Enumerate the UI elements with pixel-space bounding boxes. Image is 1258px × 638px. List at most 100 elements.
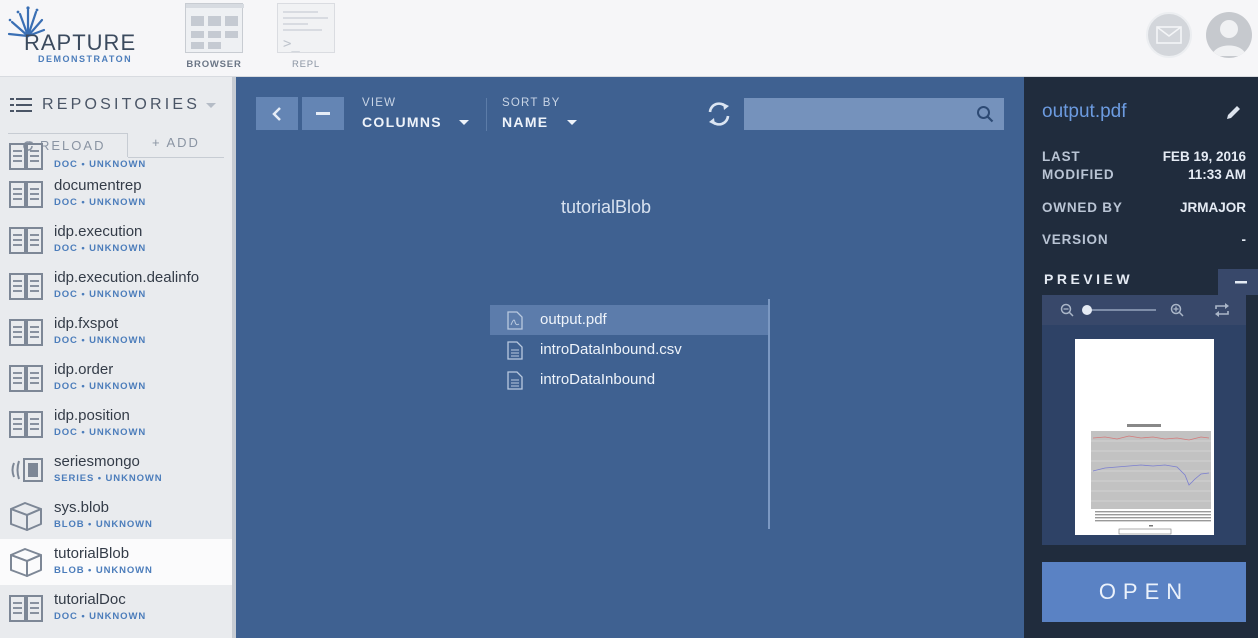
file-row[interactable]: introDataInbound	[490, 365, 768, 395]
repository-item[interactable]: idp.execution.dealinfo DOC • UNKNOWN	[0, 263, 232, 309]
tab-divider	[128, 157, 224, 158]
repository-item[interactable]: idp.position DOC • UNKNOWN	[0, 401, 232, 447]
user-avatar[interactable]	[1206, 12, 1252, 58]
top-bar: RAPTURE DEMONSTRATON BROWSER >_ REPL	[0, 0, 1258, 77]
repository-item[interactable]: tutorialDoc DOC • UNKNOWN	[0, 585, 232, 631]
repository-meta: BLOB • UNKNOWN	[54, 519, 153, 530]
terminal-icon: >_	[277, 3, 335, 53]
document-repo-icon	[8, 593, 44, 623]
preview-header: PREVIEW	[1042, 269, 1258, 295]
file-name: output.pdf	[540, 311, 607, 328]
preview-collapse-button[interactable]	[1218, 269, 1258, 295]
view-chevron-down-icon[interactable]	[459, 120, 469, 125]
repository-name: idp.order	[54, 361, 114, 378]
rotate-icon[interactable]	[1214, 303, 1230, 317]
repository-name: idp.fxspot	[54, 315, 119, 332]
add-repository-button[interactable]: + ADD	[152, 135, 200, 150]
repository-meta: DOC • UNKNOWN	[54, 381, 147, 392]
pdf-file-icon	[507, 311, 523, 330]
back-button[interactable]	[256, 97, 298, 130]
repository-item[interactable]: seriesmongo SERIES • UNKNOWN	[0, 447, 232, 493]
sort-label: SORT BY	[502, 97, 561, 109]
last-modified-time: 11:33 AM	[1187, 167, 1246, 182]
preview-label: PREVIEW	[1044, 271, 1134, 287]
repository-meta: DOC • UNKNOWN	[54, 611, 147, 622]
file-row[interactable]: output.pdf	[490, 305, 768, 335]
details-title: output.pdf	[1042, 101, 1127, 122]
column-resize-handle[interactable]	[768, 299, 770, 529]
repository-item[interactable]: idp.fxspot DOC • UNKNOWN	[0, 309, 232, 355]
repositories-sidebar: REPOSITORIES RELOAD + ADD DOC • UNKNOWN d…	[0, 77, 236, 638]
text-file-icon	[507, 341, 523, 360]
view-select[interactable]: COLUMNS	[362, 114, 442, 130]
minus-icon	[316, 111, 330, 115]
repository-meta: DOC • UNKNOWN	[54, 427, 147, 438]
nav-browser-button[interactable]: BROWSER	[184, 3, 244, 70]
repository-item[interactable]: documentrep DOC • UNKNOWN	[0, 171, 232, 217]
repository-item[interactable]: idp.order DOC • UNKNOWN	[0, 355, 232, 401]
browser-panel: VIEW COLUMNS SORT BY NAME tutorialBlob o…	[236, 77, 1024, 638]
mail-button[interactable]	[1146, 12, 1192, 58]
repository-item[interactable]: idp.execution DOC • UNKNOWN	[0, 217, 232, 263]
repository-name: seriesmongo	[54, 453, 140, 470]
repository-name: idp.execution	[54, 223, 143, 240]
blob-repo-icon	[8, 501, 44, 531]
document-repo-icon	[8, 225, 44, 255]
repository-name: sys.blob	[54, 499, 110, 516]
reload-label: RELOAD	[40, 138, 106, 153]
file-row[interactable]: introDataInbound.csv	[490, 335, 768, 365]
repository-meta: DOC • UNKNOWN	[54, 197, 147, 208]
zoom-in-icon[interactable]	[1170, 303, 1184, 317]
series-repo-icon	[8, 455, 44, 485]
minus-icon	[1235, 280, 1247, 283]
pencil-icon[interactable]	[1225, 103, 1243, 121]
search-input[interactable]	[744, 98, 1004, 130]
zoom-slider-handle[interactable]	[1082, 305, 1092, 315]
chevron-left-icon	[272, 106, 281, 121]
sort-select[interactable]: NAME	[502, 114, 548, 130]
repository-meta: DOC • UNKNOWN	[54, 243, 147, 254]
version-label: VERSION	[1042, 232, 1109, 247]
refresh-icon	[708, 102, 730, 126]
repository-name: idp.position	[54, 407, 130, 424]
zoom-out-icon[interactable]	[1060, 303, 1074, 317]
file-list: output.pdf introDataInbound.csv introDataI…	[490, 305, 768, 395]
column-title: tutorialBlob	[561, 197, 652, 217]
svg-text:>_: >_	[283, 36, 300, 52]
pdf-preview-area[interactable]	[1042, 325, 1246, 545]
rapture-logo[interactable]: RAPTURE DEMONSTRATON	[6, 6, 156, 66]
search-icon[interactable]	[976, 105, 994, 123]
envelope-icon	[1156, 26, 1182, 44]
repository-name: documentrep	[54, 177, 142, 194]
repository-item[interactable]: tutorialBlob BLOB • UNKNOWN	[0, 539, 232, 585]
list-icon	[10, 98, 32, 112]
repositories-title: REPOSITORIES	[42, 96, 201, 113]
refresh-button[interactable]	[706, 101, 732, 127]
repository-name: idp.execution.dealinfo	[54, 269, 200, 286]
pdf-chart-thumbnail	[1091, 424, 1211, 535]
text-file-icon	[507, 371, 523, 390]
details-panel: output.pdf LAST MODIFIED FEB 19, 2016 11…	[1024, 77, 1258, 638]
open-button[interactable]: OPEN	[1042, 562, 1246, 622]
nav-browser-label: BROWSER	[186, 59, 242, 70]
repositories-header[interactable]: REPOSITORIES	[10, 95, 200, 115]
last-modified-date: FEB 19, 2016	[1162, 149, 1246, 164]
repository-item[interactable]: DOC • UNKNOWN	[0, 143, 232, 171]
document-repo-icon	[8, 179, 44, 209]
zoom-slider-track[interactable]	[1086, 309, 1156, 311]
repository-name: tutorialDoc	[54, 591, 126, 608]
collapse-button[interactable]	[302, 97, 344, 130]
nav-repl-button[interactable]: >_ REPL	[276, 3, 336, 70]
repository-list: DOC • UNKNOWN documentrep DOC • UNKNOWN idp…	[0, 143, 232, 631]
browser-icon	[185, 3, 244, 53]
sort-chevron-down-icon[interactable]	[567, 120, 577, 125]
last-modified-label: LAST MODIFIED	[1042, 149, 1115, 182]
chevron-down-icon[interactable]	[206, 103, 216, 108]
preview-toolbar	[1042, 295, 1246, 325]
logo-subtitle: DEMONSTRATON	[38, 54, 133, 64]
repository-meta: DOC • UNKNOWN	[54, 159, 147, 170]
document-repo-icon	[8, 363, 44, 393]
repository-item[interactable]: sys.blob BLOB • UNKNOWN	[0, 493, 232, 539]
logo-title: RAPTURE	[24, 30, 137, 55]
repository-name: tutorialBlob	[54, 545, 130, 562]
